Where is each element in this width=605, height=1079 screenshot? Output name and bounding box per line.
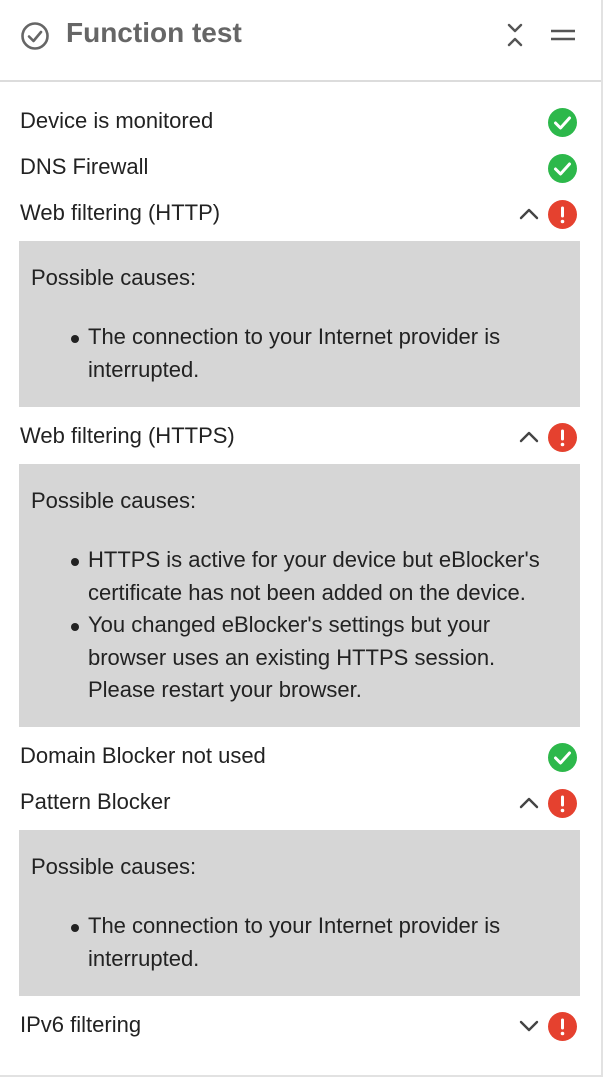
causes-panel-web-filtering-http: Possible causes: The connection to your … [19,241,580,407]
causes-heading: Possible causes: [31,488,197,513]
causes-list: HTTPS is active for your device but eBlo… [31,544,551,707]
cause-item: HTTPS is active for your device but eBlo… [31,544,551,609]
check-row-ipv6-filtering[interactable]: IPv6 filtering [0,1003,601,1049]
check-label: Domain Blocker not used [20,743,266,768]
chevron-down-icon[interactable] [518,1018,540,1034]
error-icon [548,423,577,452]
check-label: Web filtering (HTTP) [20,200,221,225]
chevron-up-icon[interactable] [518,429,540,445]
error-icon [548,789,577,818]
menu-icon[interactable] [550,26,576,44]
check-label: Web filtering (HTTPS) [20,423,235,448]
chevron-up-icon[interactable] [518,795,540,811]
check-label: DNS Firewall [20,154,149,179]
check-label: IPv6 filtering [20,1012,142,1037]
ok-icon [548,743,577,772]
causes-panel-pattern-blocker: Possible causes: The connection to your … [19,830,580,996]
causes-panel-web-filtering-https: Possible causes: HTTPS is active for you… [19,464,580,727]
check-row-web-filtering-https[interactable]: Web filtering (HTTPS) [0,414,601,460]
ok-icon [548,108,577,137]
check-circle-icon [21,22,49,50]
causes-heading: Possible causes: [31,265,197,290]
error-icon [548,200,577,229]
panel-header: Function test [0,0,601,82]
causes-heading: Possible causes: [31,854,197,879]
chevron-up-icon[interactable] [518,206,540,222]
collapse-icon[interactable] [504,22,526,48]
check-label: Device is monitored [20,108,214,133]
cause-item: The connection to your Internet provider… [31,321,551,386]
function-test-panel: Function test Device is monitored DNS Fi… [0,0,603,1077]
cause-item: The connection to your Internet provider… [31,910,551,975]
panel-title: Function test [66,17,242,48]
check-row-pattern-blocker[interactable]: Pattern Blocker [0,780,601,826]
check-row-dns-firewall: DNS Firewall [0,145,601,191]
check-row-web-filtering-http[interactable]: Web filtering (HTTP) [0,191,601,237]
cause-item: You changed eBlocker's settings but your… [31,609,551,707]
check-row-domain-blocker: Domain Blocker not used [0,734,601,780]
check-label: Pattern Blocker [20,789,171,814]
ok-icon [548,154,577,183]
causes-list: The connection to your Internet provider… [31,910,551,975]
check-row-device-monitored: Device is monitored [0,99,601,145]
error-icon [548,1012,577,1041]
causes-list: The connection to your Internet provider… [31,321,551,386]
